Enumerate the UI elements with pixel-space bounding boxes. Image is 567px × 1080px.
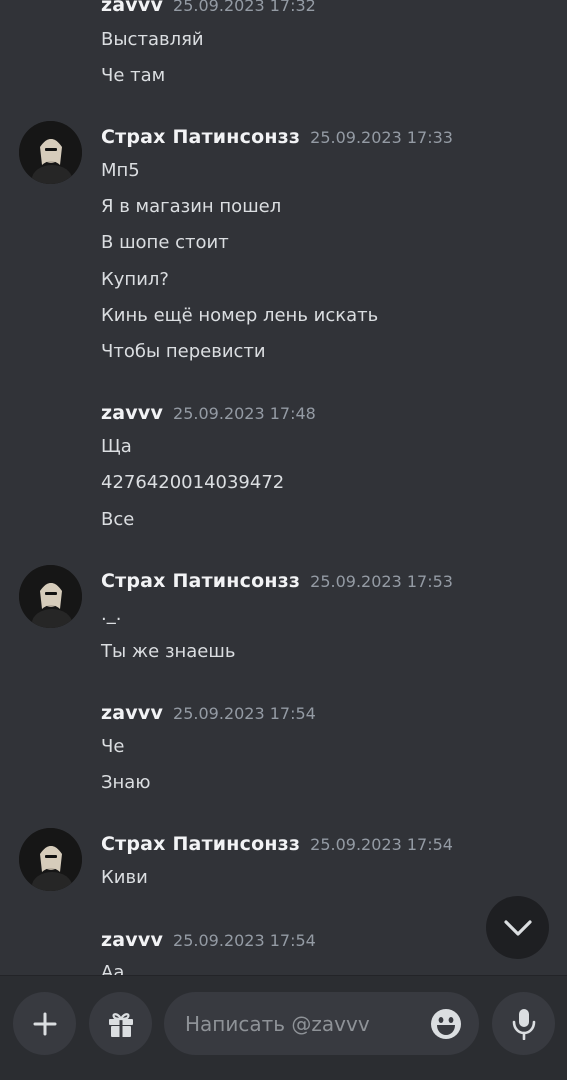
message-input[interactable]: Написать @zavvv — [164, 992, 479, 1055]
timestamp: 25.09.2023 17:54 — [173, 704, 316, 723]
message-header: Страх Патинсонзз 25.09.2023 17:53 — [101, 570, 453, 600]
author-name[interactable]: zavvv — [101, 702, 163, 724]
gift-icon — [108, 1012, 133, 1037]
author-name[interactable]: zavvv — [101, 402, 163, 424]
message-header: Страх Патинсонзз 25.09.2023 17:54 — [101, 833, 453, 863]
timestamp: 25.09.2023 17:53 — [310, 572, 453, 591]
timestamp: 25.09.2023 17:33 — [310, 128, 453, 147]
message-header: zavvv 25.09.2023 17:32 — [101, 0, 316, 24]
message-text[interactable]: Выставляй — [101, 29, 204, 50]
message-text[interactable]: Знаю — [101, 772, 151, 793]
author-name[interactable]: Страх Патинсонзз — [101, 833, 300, 855]
message-composer: Написать @zavvv — [0, 975, 567, 1080]
message-text[interactable]: 4276420014039472 — [101, 472, 284, 493]
emoji-button[interactable] — [430, 1008, 462, 1040]
author-name[interactable]: zavvv — [101, 0, 163, 16]
author-name[interactable]: Страх Патинсонзз — [101, 570, 300, 592]
timestamp: 25.09.2023 17:32 — [173, 0, 316, 15]
message-text[interactable]: Че там — [101, 65, 165, 86]
voice-message-button[interactable] — [492, 992, 555, 1055]
message-text[interactable]: Киви — [101, 867, 148, 888]
message-text[interactable]: Ща — [101, 436, 132, 457]
timestamp: 25.09.2023 17:48 — [173, 404, 316, 423]
add-attachment-button[interactable] — [13, 992, 76, 1055]
message-text[interactable]: Кинь ещё номер лень искать — [101, 305, 378, 326]
message-text[interactable]: ._. — [101, 604, 121, 625]
message-text[interactable]: Купил? — [101, 269, 169, 290]
avatar[interactable] — [19, 828, 82, 891]
scroll-to-bottom-button[interactable] — [486, 896, 549, 959]
message-text[interactable]: Аа — [101, 962, 124, 975]
chat-messages[interactable]: zavvv 25.09.2023 17:32 Выставляй Че там С… — [0, 0, 567, 975]
author-name[interactable]: zavvv — [101, 929, 163, 951]
message-header: Страх Патинсонзз 25.09.2023 17:33 — [101, 126, 453, 156]
message-text[interactable]: Че — [101, 736, 124, 757]
message-input-placeholder: Написать @zavvv — [185, 1011, 370, 1036]
message-text[interactable]: Ты же знаешь — [101, 641, 235, 662]
avatar[interactable] — [19, 121, 82, 184]
chevron-down-icon — [503, 919, 532, 936]
message-header: zavvv 25.09.2023 17:54 — [101, 702, 316, 732]
plus-icon — [33, 1012, 56, 1035]
message-text[interactable]: Мп5 — [101, 160, 140, 181]
message-header: zavvv 25.09.2023 17:54 — [101, 929, 316, 959]
message-header: zavvv 25.09.2023 17:48 — [101, 402, 316, 432]
timestamp: 25.09.2023 17:54 — [173, 931, 316, 950]
timestamp: 25.09.2023 17:54 — [310, 835, 453, 854]
message-text[interactable]: Все — [101, 509, 134, 530]
gift-button[interactable] — [89, 992, 152, 1055]
message-text[interactable]: Я в магазин пошел — [101, 196, 281, 217]
emoji-icon — [431, 1009, 461, 1039]
message-text[interactable]: В шопе стоит — [101, 232, 229, 253]
microphone-icon — [512, 1008, 535, 1040]
author-name[interactable]: Страх Патинсонзз — [101, 126, 300, 148]
avatar[interactable] — [19, 565, 82, 628]
message-text[interactable]: Чтобы перевисти — [101, 341, 266, 362]
